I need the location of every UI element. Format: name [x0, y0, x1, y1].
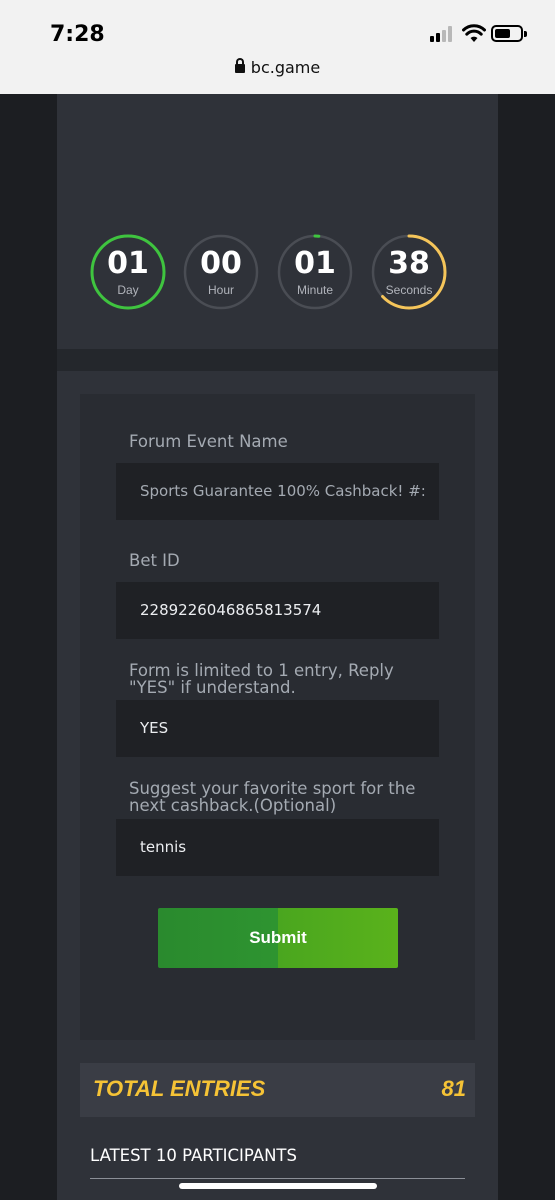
countdown-day-value: 01 [107, 246, 149, 281]
left-margin [0, 94, 57, 1200]
countdown-hour: 00 Hour [183, 234, 259, 310]
section-gap [57, 349, 498, 371]
url-text: bc.game [250, 58, 321, 77]
entry-limit-label-line2: "YES" if understand. [129, 678, 296, 697]
suggest-sport-label-line1: Suggest your favorite sport for the [129, 779, 416, 798]
countdown-minute-label: Minute [296, 283, 334, 297]
total-entries-title: TOTAL ENTRIES [93, 1076, 266, 1101]
signal-icon [430, 26, 454, 42]
countdown-hour-label: Hour [207, 283, 234, 297]
countdown-panel: 01 Day 00 Hour 01 Minute 38 Seconds [57, 94, 498, 349]
bet-id-label: Bet ID [129, 551, 180, 570]
countdown-day-label: Day [117, 283, 139, 297]
wifi-icon [462, 24, 486, 42]
countdown-seconds: 38 Seconds [371, 234, 447, 310]
suggest-sport-label: Suggest your favorite sport for the next… [129, 780, 419, 814]
entry-limit-field[interactable]: YES [116, 700, 439, 757]
total-entries-bar: TOTAL ENTRIES 81 [80, 1063, 475, 1117]
lock-icon [234, 58, 245, 73]
suggest-sport-label-line2: next cashback.(Optional) [129, 796, 337, 815]
event-name-label: Forum Event Name [129, 432, 288, 451]
countdown-minute: 01 Minute [277, 234, 353, 310]
url-bar[interactable]: bc.game [0, 58, 555, 77]
status-bar: 7:28 bc.game [0, 0, 555, 94]
event-name-field[interactable]: Sports Guarantee 100% Cashback! #: [116, 463, 439, 520]
submit-button[interactable]: Submit [158, 908, 398, 968]
countdown-seconds-label: Seconds [385, 283, 433, 297]
home-indicator[interactable] [179, 1183, 377, 1189]
bet-id-field[interactable]: 2289226046865813574 [116, 582, 439, 639]
countdown-hour-value: 00 [200, 246, 242, 281]
battery-icon [491, 25, 527, 42]
latest-participants-title: LATEST 10 PARTICIPANTS [90, 1146, 297, 1165]
countdown-minute-value: 01 [294, 246, 336, 281]
entry-limit-label: Form is limited to 1 entry, Reply "YES" … [129, 662, 419, 696]
entry-limit-label-line1: Form is limited to 1 entry, Reply [129, 661, 394, 680]
countdown-day: 01 Day [90, 234, 166, 310]
suggest-sport-field[interactable]: tennis [116, 819, 439, 876]
countdown-seconds-value: 38 [388, 246, 430, 281]
clock: 7:28 [50, 22, 105, 47]
total-entries-count: 81 [441, 1076, 466, 1101]
divider [90, 1178, 465, 1179]
right-margin [498, 94, 555, 1200]
